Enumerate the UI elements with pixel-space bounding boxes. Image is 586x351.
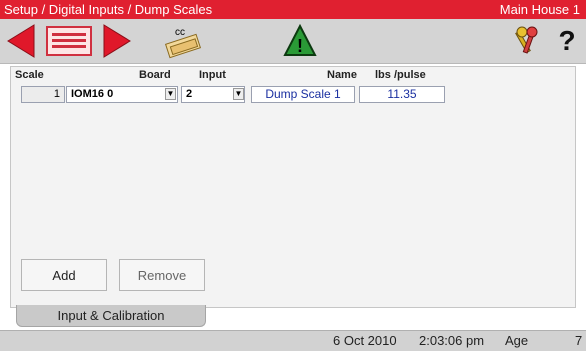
dump-scales-table: Scale Board Input Name lbs /pulse 1 IOM1…: [10, 66, 576, 308]
breadcrumb: Setup / Digital Inputs / Dump Scales: [4, 2, 213, 17]
prev-arrow-icon: [7, 24, 35, 58]
status-date: 6 Oct 2010: [333, 333, 397, 348]
copy-cc-icon: cc: [164, 27, 202, 59]
keys-icon: [515, 26, 538, 54]
header-name: Name: [327, 69, 357, 81]
board-value: IOM16 0: [71, 88, 114, 100]
board-select[interactable]: IOM16 0: [66, 86, 178, 103]
warning-glyph: !: [297, 36, 303, 56]
header-board: Board: [139, 69, 171, 81]
warning-button[interactable]: !: [282, 19, 318, 63]
header-input: Input: [199, 69, 226, 81]
house-name: Main House 1: [499, 2, 580, 17]
next-arrow-icon: [103, 24, 131, 58]
toolbar: cc ! ?: [0, 19, 586, 64]
tab-input-calibration[interactable]: Input & Calibration: [16, 305, 206, 327]
status-time: 2:03:06 pm: [419, 333, 485, 348]
next-button[interactable]: [100, 19, 134, 63]
board-dropdown-icon[interactable]: ▼: [165, 88, 176, 100]
name-field[interactable]: Dump Scale 1: [251, 86, 355, 103]
warning-icon: !: [283, 24, 317, 56]
list-view-icon: [46, 26, 92, 56]
keys-button[interactable]: [510, 19, 544, 63]
input-dropdown-icon[interactable]: ▼: [233, 88, 244, 100]
status-bar: 6 Oct 2010 2:03:06 pm Age 7: [0, 330, 586, 351]
input-value: 2: [186, 88, 193, 100]
add-button[interactable]: Add: [21, 259, 107, 291]
list-view-button[interactable]: [42, 19, 96, 63]
cc-label: cc: [175, 27, 185, 38]
copy-cc-button[interactable]: cc: [160, 19, 206, 63]
prev-button[interactable]: [4, 19, 38, 63]
status-age-label: Age: [505, 333, 529, 348]
remove-button[interactable]: Remove: [119, 259, 205, 291]
scale-number: 1: [21, 86, 65, 103]
status-age-value: 7: [575, 333, 583, 348]
help-button[interactable]: ?: [552, 19, 582, 63]
title-bar: Setup / Digital Inputs / Dump Scales Mai…: [0, 0, 586, 19]
help-icon: ?: [558, 25, 576, 56]
header-scale: Scale: [15, 69, 44, 81]
lbs-per-pulse-field[interactable]: 11.35: [359, 86, 445, 103]
table-row: 1 IOM16 0 ▼ 2 ▼ Dump Scale 1 11.35: [11, 84, 575, 104]
header-lbs-per-pulse: lbs /pulse: [375, 69, 426, 81]
